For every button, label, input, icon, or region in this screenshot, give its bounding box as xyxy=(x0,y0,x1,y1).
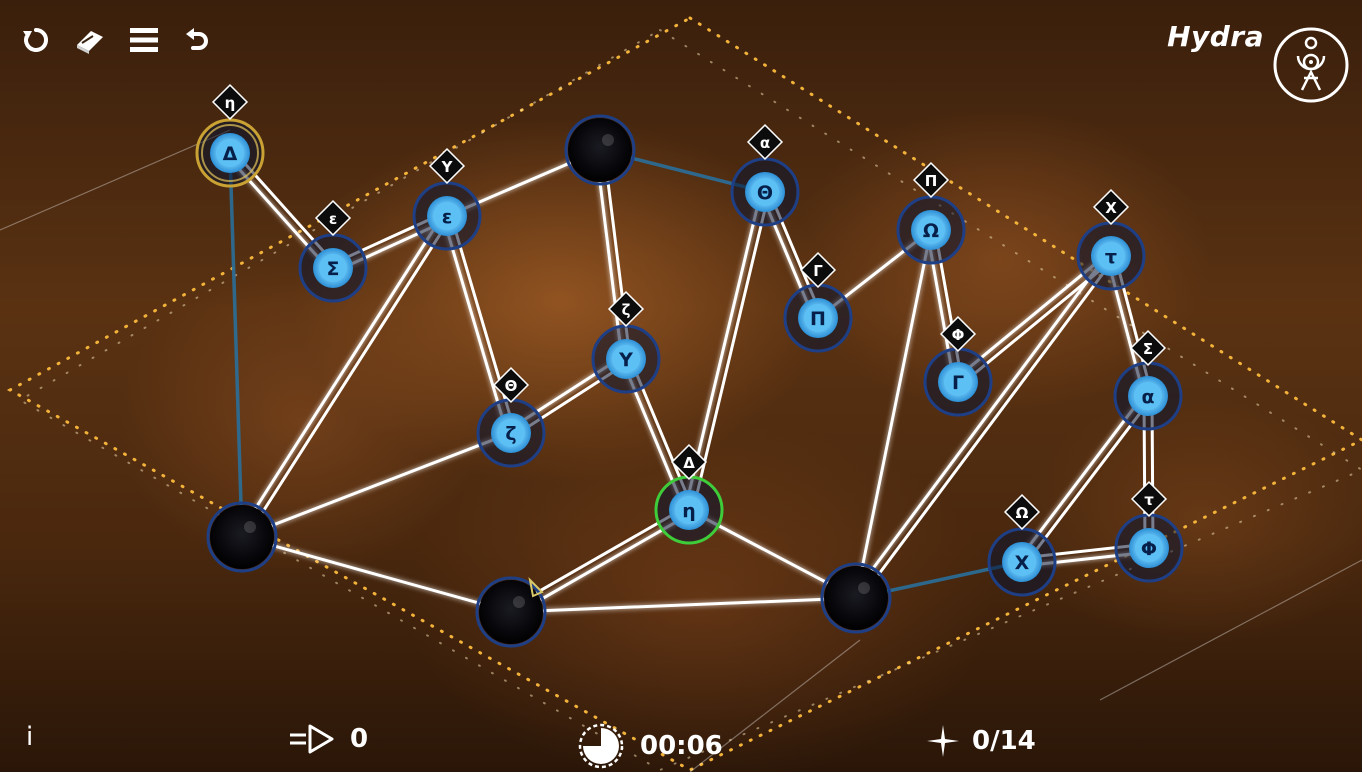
star-n12[interactable]: ζ xyxy=(476,398,546,468)
star-n17[interactable]: Χ xyxy=(987,527,1057,597)
star-label: Χ xyxy=(1015,552,1030,574)
star-tag: Θ xyxy=(492,366,530,404)
hydra-emblem-icon[interactable] xyxy=(1272,26,1350,104)
svg-text:ε: ε xyxy=(329,210,337,228)
star-label: Υ xyxy=(618,349,633,371)
svg-text:Υ: Υ xyxy=(441,158,454,176)
star-label: ε xyxy=(442,206,453,228)
star-label: Ω xyxy=(923,220,939,242)
svg-text:Ω: Ω xyxy=(1016,504,1029,522)
star-label: Φ xyxy=(1141,538,1157,560)
faint-line xyxy=(0,129,231,231)
game-board: Δη Σε ε Υ Θα Π Γ Ω Π Γ Φτ Χα Σ Υζ ζ Θη Δ Χ Ω Φτ Hydra i 0 0… xyxy=(0,0,1362,772)
undo-icon xyxy=(186,28,208,50)
edge-n14-n15 xyxy=(241,534,512,615)
star-n4[interactable] xyxy=(564,114,636,186)
star-n15[interactable] xyxy=(475,576,547,648)
star-n11[interactable]: Υ xyxy=(591,324,661,394)
star-label: α xyxy=(1141,386,1154,408)
star-label: Π xyxy=(810,308,826,330)
star-tag: η xyxy=(211,83,249,121)
timer-icon xyxy=(578,723,624,769)
svg-text:η: η xyxy=(225,94,236,112)
star-label: τ xyxy=(1105,246,1117,268)
star-label: Γ xyxy=(952,372,964,394)
star-n18[interactable]: Φ xyxy=(1114,513,1184,583)
star-label: Θ xyxy=(757,182,773,204)
svg-text:Θ: Θ xyxy=(505,377,518,395)
menu-icon xyxy=(130,28,158,52)
star-tag: Ω xyxy=(1003,493,1041,531)
star-n8[interactable]: Γ xyxy=(923,347,993,417)
svg-text:Π: Π xyxy=(925,172,938,190)
star-n13[interactable]: η xyxy=(654,475,724,545)
status-bar: i 0 00:06 0/14 xyxy=(0,712,1362,772)
star-sparkle-icon xyxy=(927,725,959,757)
edge-n15-n16 xyxy=(510,595,857,615)
moves-arrow-icon xyxy=(290,724,334,754)
info-button[interactable]: i xyxy=(26,722,33,752)
svg-text:Χ: Χ xyxy=(1105,199,1117,217)
restart-icon xyxy=(23,27,49,52)
star-tag: Π xyxy=(912,161,950,199)
faint-star-lines xyxy=(0,129,1362,772)
star-label: ζ xyxy=(505,423,516,445)
svg-text:Φ: Φ xyxy=(952,326,965,344)
info-label: i xyxy=(26,722,34,752)
level-title: Hydra xyxy=(1167,20,1264,53)
eraser-icon xyxy=(77,31,103,54)
star-tag: ε xyxy=(314,199,352,237)
moves-counter: 0 xyxy=(288,722,368,756)
star-label: η xyxy=(682,500,696,522)
star-n10[interactable]: α xyxy=(1113,361,1183,431)
star-n3[interactable]: ε xyxy=(412,181,482,251)
moves-value: 0 xyxy=(350,724,369,754)
star-n1[interactable]: Δ xyxy=(195,118,265,188)
svg-text:τ: τ xyxy=(1144,491,1154,509)
star-n9[interactable]: τ xyxy=(1076,221,1146,291)
star-n2[interactable]: Σ xyxy=(298,233,368,303)
star-n6[interactable]: Π xyxy=(783,283,853,353)
star-tag: Χ xyxy=(1092,188,1130,226)
edge-n12-n14 xyxy=(241,430,512,540)
top-toolbar xyxy=(18,22,216,58)
star-label: Δ xyxy=(223,143,238,165)
svg-text:Γ: Γ xyxy=(813,262,823,280)
undo-button[interactable] xyxy=(180,22,216,58)
star-n7[interactable]: Ω xyxy=(896,195,966,265)
star-label: Σ xyxy=(327,258,340,280)
svg-text:Σ: Σ xyxy=(1143,340,1153,358)
stars-counter: 0/14 xyxy=(924,722,1036,760)
edge-n1-n14 xyxy=(228,152,244,538)
star-tag: Υ xyxy=(428,147,466,185)
constellation-board: Δη Σε ε Υ Θα Π Γ Ω Π Γ Φτ Χα Σ Υζ ζ Θη Δ Χ Ω Φτ xyxy=(0,16,1362,772)
svg-text:ζ: ζ xyxy=(622,301,631,319)
restart-button[interactable] xyxy=(18,22,54,58)
star-n14[interactable] xyxy=(206,501,278,573)
menu-button[interactable] xyxy=(126,22,162,58)
svg-text:Δ: Δ xyxy=(683,454,695,472)
star-tag: τ xyxy=(1130,480,1168,518)
stars-value: 0/14 xyxy=(972,726,1036,756)
star-n16[interactable] xyxy=(820,562,892,634)
timer: 00:06 xyxy=(572,722,723,770)
eraser-button[interactable] xyxy=(72,22,108,58)
timer-value: 00:06 xyxy=(640,731,723,761)
star-tag: α xyxy=(746,123,784,161)
svg-text:α: α xyxy=(760,134,770,152)
star-n5[interactable]: Θ xyxy=(730,157,800,227)
